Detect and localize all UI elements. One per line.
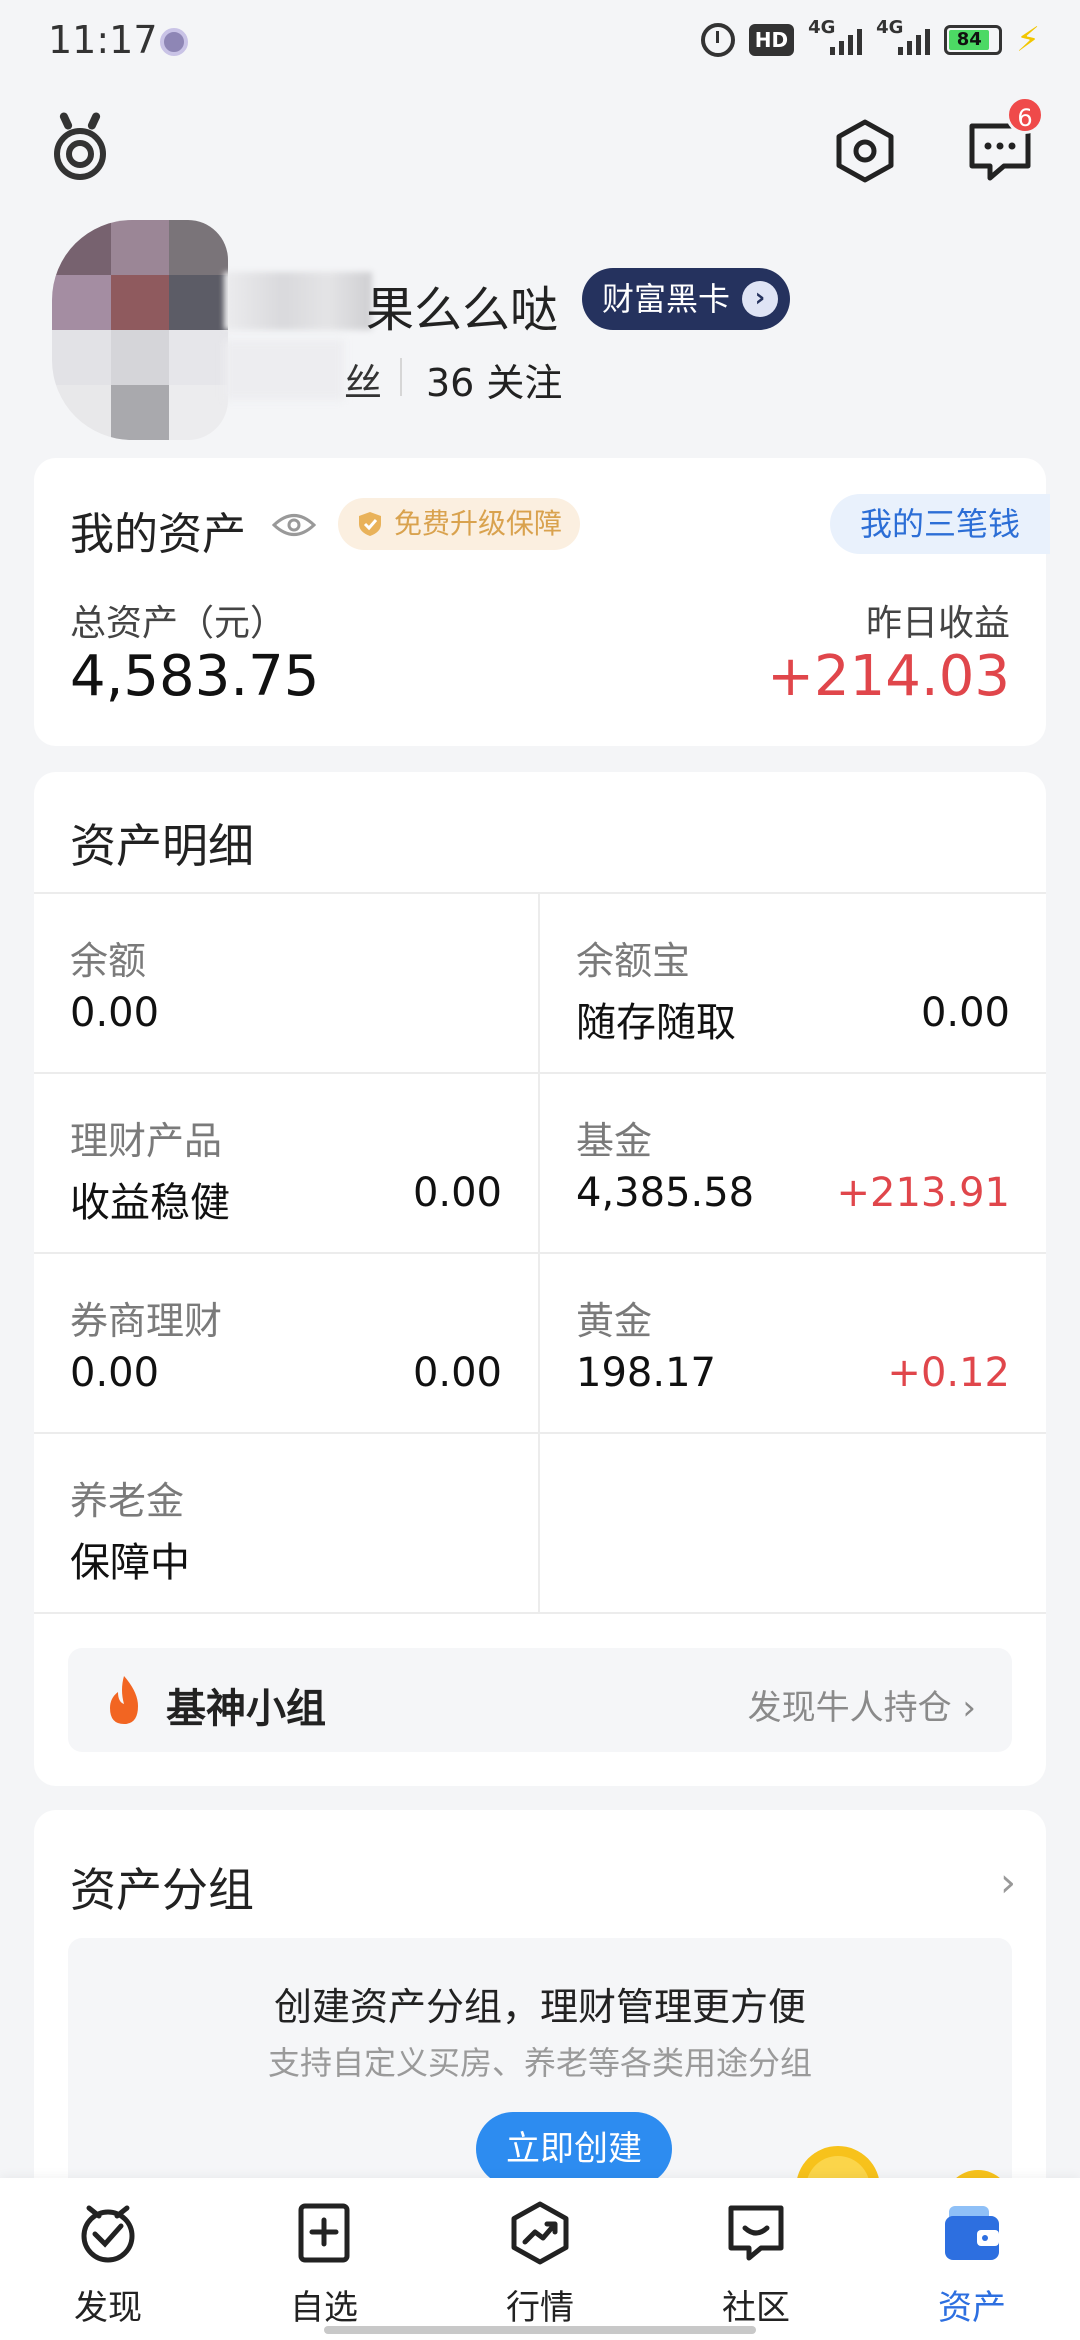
discover-holdings-link[interactable]: 发现牛人持仓 ›	[748, 1680, 976, 1729]
flame-icon	[110, 1676, 138, 1724]
create-now-button[interactable]: 立即创建	[476, 2112, 672, 2186]
watchlist-icon	[298, 2203, 350, 2263]
fund-group-banner[interactable]: 基神小组 发现牛人持仓 ›	[68, 1648, 1012, 1752]
nav-watchlist[interactable]: 自选	[254, 2200, 394, 2330]
chevron-right-icon: ›	[742, 281, 779, 317]
eye-icon[interactable]	[272, 510, 316, 540]
app-logo-icon[interactable]	[48, 111, 112, 188]
nav-label: 社区	[722, 2288, 790, 2328]
nav-community[interactable]: 社区	[686, 2200, 826, 2330]
nav-label: 自选	[290, 2288, 358, 2328]
asset-cell-empty	[540, 1434, 1046, 1614]
asset-cell-wealth-products[interactable]: 理财产品 收益稳健 0.00	[34, 1074, 540, 1254]
nav-market[interactable]: 行情	[470, 2200, 610, 2330]
asset-cell-balance[interactable]: 余额 0.00	[34, 894, 540, 1074]
create-group-headline: 创建资产分组，理财管理更方便	[273, 1985, 806, 2029]
nav-assets[interactable]: 资产	[902, 2200, 1042, 2330]
discover-icon	[81, 2205, 135, 2263]
user-nickname[interactable]: 果么么哒	[366, 270, 558, 340]
message-badge: 6	[1006, 96, 1044, 134]
create-group-subline: 支持自定义买房、养老等各类用途分组	[267, 2044, 812, 2082]
settings-icon[interactable]	[832, 118, 898, 184]
asset-details-grid: 余额 0.00 余额宝 随存随取 0.00 理财产品 收益稳健 0.00 基金 4,385.…	[34, 892, 1046, 1614]
vip-label: 财富黑卡	[602, 280, 731, 318]
nav-discover[interactable]: 发现	[38, 2200, 178, 2330]
shield-icon	[359, 512, 381, 536]
market-icon	[511, 2201, 569, 2265]
status-indicators: HD 4G 4G 84 ⚡	[700, 17, 1040, 60]
upgrade-label: 免费升级保障	[394, 507, 563, 540]
asset-cell-pension[interactable]: 养老金 保障中	[34, 1434, 540, 1614]
signal-icon-2: 4G	[876, 17, 931, 55]
bottom-navigation: 发现 自选 行情 社区 资产	[0, 2178, 1080, 2340]
charging-icon: ⚡	[1016, 20, 1040, 60]
battery-level: 84	[949, 30, 990, 50]
asset-cell-gold[interactable]: 黄金 198.17 +0.12	[540, 1254, 1046, 1434]
asset-cell-funds[interactable]: 基金 4,385.58 +213.91	[540, 1074, 1046, 1254]
hd-icon: HD	[748, 24, 795, 56]
following-count[interactable]: 36 关注	[426, 352, 562, 407]
divider	[400, 358, 402, 396]
fans-count[interactable]: 丝	[344, 352, 382, 407]
asset-details-card: 资产明细 余额 0.00 余额宝 随存随取 0.00 理财产品 收益稳健 0.00 基金 4…	[34, 772, 1046, 1786]
status-time: 11:17	[48, 18, 158, 62]
yesterday-earnings-label: 昨日收益	[865, 603, 1010, 644]
app-notification-icon	[160, 28, 188, 56]
asset-group-title: 资产分组	[70, 1863, 254, 1917]
upgrade-protection-badge[interactable]: 免费升级保障	[338, 498, 581, 550]
home-indicator[interactable]	[324, 2326, 756, 2334]
battery-icon: 84	[944, 25, 1003, 55]
blurred-fans	[224, 340, 344, 400]
alarm-icon	[700, 23, 735, 57]
asset-cell-yuebao[interactable]: 余额宝 随存随取 0.00	[540, 894, 1046, 1074]
nav-label: 发现	[74, 2288, 142, 2328]
my-assets-title: 我的资产	[70, 509, 246, 560]
three-money-button[interactable]: 我的三笔钱	[829, 494, 1050, 554]
total-assets-value: 4,583.75	[70, 644, 320, 709]
yesterday-earnings-value: +214.03	[767, 644, 1010, 709]
status-bar: 11:17 HD 4G 4G 84 ⚡	[0, 0, 1080, 84]
community-icon	[728, 2205, 784, 2261]
asset-details-title: 资产明细	[70, 819, 254, 873]
blurred-name	[224, 272, 372, 330]
nav-label: 行情	[506, 2288, 574, 2328]
asset-cell-broker-wealth[interactable]: 券商理财 0.00 0.00	[34, 1254, 540, 1434]
assets-icon	[945, 2206, 999, 2260]
fund-group-name: 基神小组	[166, 1686, 326, 1732]
vip-card-badge[interactable]: 财富黑卡 ›	[582, 268, 791, 330]
signal-icon: 4G	[808, 17, 863, 55]
my-assets-card: 我的资产 免费升级保障 我的三笔钱 总资产（元） 4,583.75 昨日收益 +…	[34, 458, 1050, 746]
chevron-right-icon[interactable]: ›	[1000, 1860, 1016, 1906]
nav-label: 资产	[938, 2288, 1006, 2328]
avatar[interactable]	[52, 220, 228, 440]
total-assets-label: 总资产（元）	[70, 603, 287, 644]
